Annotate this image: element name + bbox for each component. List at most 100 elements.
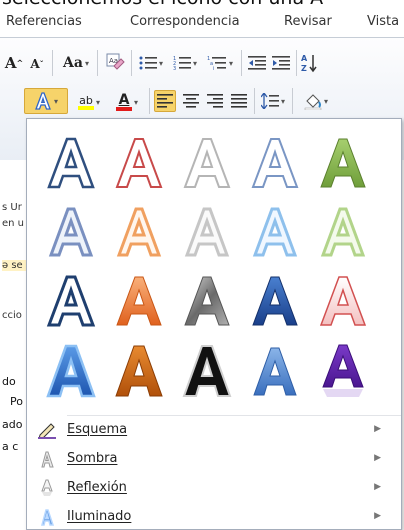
shading-button[interactable]: ▾ — [296, 90, 336, 112]
menu-item-reflexion[interactable]: Reflexión ▶ — [27, 473, 401, 502]
bullets-button[interactable]: ▾ — [136, 52, 166, 74]
menu-item-label: Esquema — [67, 422, 128, 437]
text-effect-option[interactable] — [107, 341, 171, 401]
text-effect-option[interactable] — [107, 201, 171, 261]
menu-item-sombra[interactable]: Sombra ▶ — [27, 444, 401, 473]
chevron-right-icon: ▶ — [374, 511, 381, 521]
shrink-font-button[interactable]: Aˇ — [28, 54, 46, 74]
font-color-button[interactable]: A ▾ — [110, 90, 144, 114]
text-effect-option[interactable] — [311, 271, 375, 331]
tab-correspondencia[interactable]: Correspondencia — [130, 14, 240, 29]
text-effects-grid — [33, 125, 395, 411]
change-case-button[interactable]: Aa ▾ — [58, 52, 94, 74]
chevron-down-icon: ▾ — [192, 58, 197, 68]
document-area[interactable]: s Ur en u ə se ccio do Po ado a c — [0, 160, 26, 530]
align-left-button[interactable] — [154, 90, 176, 112]
doc-text-fragment: do — [2, 375, 16, 388]
menu-item-label: Sombra — [67, 451, 118, 466]
ribbon-tabs: Referencias Correspondencia Revisar Vist… — [0, 8, 404, 38]
text-effect-option[interactable] — [311, 133, 375, 193]
tab-referencias[interactable]: Referencias — [6, 14, 82, 29]
change-case-label: Aa — [63, 55, 83, 71]
sort-button[interactable]: AZ — [300, 50, 318, 76]
highlight-swatch — [77, 105, 94, 110]
text-effect-option[interactable] — [311, 341, 375, 401]
align-center-button[interactable] — [180, 90, 202, 112]
text-effect-option[interactable] — [175, 201, 239, 261]
clear-format-icon[interactable]: Aa — [104, 50, 126, 74]
chevron-down-icon: ▾ — [95, 97, 100, 107]
separator — [241, 50, 242, 76]
text-effect-option[interactable] — [39, 133, 103, 193]
text-effects-menu: Esquema ▶ Sombra ▶ Reflexión ▶ Iluminado… — [27, 415, 401, 530]
tab-vista[interactable]: Vista — [367, 14, 399, 29]
chevron-down-icon: ▾ — [323, 96, 328, 106]
decrease-indent-icon — [248, 56, 266, 70]
line-spacing-button[interactable]: ▾ — [258, 90, 288, 112]
menu-item-label: Iluminado — [67, 509, 132, 524]
text-effect-option[interactable] — [39, 201, 103, 261]
text-effects-button[interactable]: ▾ A — [24, 88, 68, 114]
shadow-icon — [27, 444, 67, 473]
separator — [296, 50, 297, 76]
align-right-button[interactable] — [204, 90, 226, 112]
text-effect-option[interactable] — [175, 271, 239, 331]
text-effect-option[interactable] — [107, 133, 171, 193]
chevron-right-icon: ▶ — [374, 453, 381, 463]
text-effect-option[interactable] — [39, 271, 103, 331]
glow-icon — [27, 502, 67, 530]
decrease-indent-button[interactable] — [246, 52, 268, 74]
pencil-outline-icon — [27, 415, 67, 444]
separator — [131, 50, 132, 76]
reflection-icon — [27, 473, 67, 502]
menu-item-iluminado[interactable]: Iluminado ▶ — [27, 502, 401, 530]
doc-text-fragment: ado — [2, 418, 23, 431]
svg-text:A: A — [301, 54, 308, 63]
chevron-down-icon: ▾ — [133, 97, 138, 107]
separator — [254, 88, 255, 114]
text-effect-option[interactable] — [175, 133, 239, 193]
tab-revisar[interactable]: Revisar — [284, 14, 332, 29]
multilevel-list-icon: 1ai — [207, 56, 226, 71]
highlight-color-button[interactable]: ab ▾ — [72, 90, 106, 114]
separator — [149, 88, 150, 114]
grow-font-label: A — [4, 54, 17, 72]
justify-button[interactable] — [228, 90, 250, 112]
text-effects-icon — [35, 92, 51, 110]
line-spacing-icon — [260, 93, 279, 109]
doc-text-fragment: en u — [2, 218, 25, 229]
justify-icon — [231, 94, 247, 108]
text-effect-option[interactable] — [311, 201, 375, 261]
doc-text-fragment: ə se — [2, 260, 26, 271]
separator — [52, 50, 53, 76]
chevron-down-icon: ▾ — [84, 58, 89, 68]
multilevel-list-button[interactable]: 1 a i ▾ — [204, 52, 236, 74]
text-effect-option[interactable] — [243, 133, 307, 193]
text-effect-option[interactable] — [175, 341, 239, 401]
text-effect-option[interactable] — [107, 271, 171, 331]
text-effects-gallery: Esquema ▶ Sombra ▶ Reflexión ▶ Iluminado… — [26, 118, 402, 530]
highlight-label: ab — [79, 93, 93, 107]
text-effect-option[interactable] — [243, 271, 307, 331]
paint-bucket-icon — [304, 94, 322, 110]
text-effect-option[interactable] — [39, 341, 103, 401]
chevron-down-icon: ▾ — [158, 58, 163, 68]
svg-text:3: 3 — [173, 66, 176, 71]
svg-text:i: i — [213, 66, 214, 71]
sort-az-icon: AZ — [301, 54, 317, 73]
word-window: seleccionemos el icono con una A Referen… — [0, 0, 404, 530]
bullets-icon — [139, 56, 157, 70]
grow-font-button[interactable]: A ^ — [4, 52, 24, 74]
text-effect-option[interactable] — [243, 201, 307, 261]
font-color-label: A — [118, 91, 130, 108]
text-effect-option[interactable] — [243, 341, 307, 401]
svg-text:Z: Z — [301, 64, 307, 73]
increase-indent-button[interactable] — [270, 52, 292, 74]
chevron-right-icon: ▶ — [374, 482, 381, 492]
align-left-icon — [157, 94, 173, 108]
doc-text-fragment: ccio — [2, 310, 22, 321]
align-center-icon — [183, 94, 199, 108]
shrink-font-label: A — [30, 57, 40, 71]
menu-item-esquema[interactable]: Esquema ▶ — [27, 415, 401, 444]
numbering-button[interactable]: 1 2 3 ▾ — [170, 52, 200, 74]
